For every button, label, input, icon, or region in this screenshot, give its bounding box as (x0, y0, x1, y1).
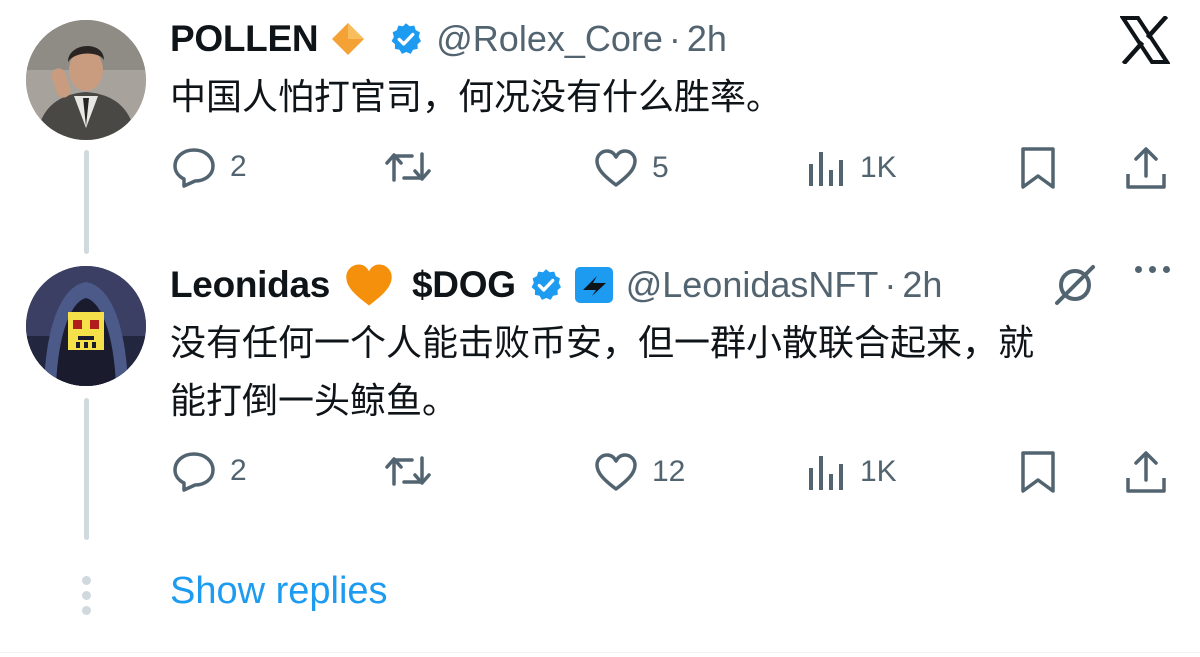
more-options-icon[interactable] (1135, 266, 1170, 273)
tweet-actions: 2 12 1K (170, 446, 1172, 496)
avatar-pollen[interactable] (26, 20, 146, 140)
display-name[interactable]: Leonidas (170, 264, 330, 306)
share-icon (1126, 451, 1166, 493)
tweet-actions: 2 5 1K (170, 142, 1172, 192)
like-count: 12 (652, 455, 686, 488)
ticker-label: $DOG (412, 264, 516, 305)
verified-badge-icon (528, 267, 564, 303)
verified-badge-icon (388, 21, 424, 57)
bookmark-button[interactable] (1018, 450, 1058, 494)
thread-connector-line (84, 150, 89, 254)
user-handle[interactable]: @Rolex_Core (436, 18, 663, 60)
divider (0, 652, 1200, 653)
share-button[interactable] (1124, 450, 1168, 494)
reply-button[interactable]: 2 (172, 450, 247, 492)
user-handle[interactable]: @LeonidasNFT (626, 264, 879, 306)
separator-dot: · (668, 18, 681, 59)
show-replies-link[interactable]: Show replies (170, 570, 388, 613)
share-icon (1126, 147, 1166, 189)
orange-heart-icon (344, 262, 394, 308)
bookmark-icon (1021, 451, 1055, 493)
views-button[interactable]: 1K (806, 148, 897, 188)
x-logo-icon[interactable] (1119, 14, 1171, 69)
reply-count: 2 (230, 454, 247, 487)
bookmark-button[interactable] (1018, 146, 1058, 190)
display-name[interactable]: POLLEN (170, 18, 319, 60)
views-chart-icon (809, 456, 843, 490)
tweet-header: Leonidas $DOG @LeonidasNFT · 2h (170, 260, 942, 310)
thread-continuation-dots (82, 576, 91, 615)
separator-dot: · (884, 264, 897, 305)
thread-connector-line (84, 398, 89, 540)
repost-icon (385, 152, 431, 182)
view-count: 1K (860, 151, 897, 184)
reply-icon (173, 452, 215, 492)
heart-icon (595, 149, 637, 187)
repost-icon (385, 456, 431, 486)
tweet-text: 中国人怕打官司，何况没有什么胜率。 (170, 76, 783, 117)
affiliate-bolt-icon[interactable] (574, 266, 614, 304)
orange-diamond-icon (330, 21, 366, 57)
timestamp[interactable]: 2h (902, 264, 942, 306)
like-count: 5 (652, 151, 669, 184)
views-button[interactable]: 1K (806, 452, 897, 492)
timestamp[interactable]: 2h (687, 18, 727, 60)
grok-icon[interactable] (1052, 262, 1098, 313)
like-button[interactable]: 12 (594, 452, 685, 492)
tweet-header: POLLEN @Rolex_Core · 2h (170, 14, 727, 64)
repost-button[interactable] (384, 148, 432, 186)
avatar-leonidas[interactable] (26, 266, 146, 386)
heart-icon (595, 453, 637, 491)
like-button[interactable]: 5 (594, 148, 669, 188)
bookmark-icon (1021, 147, 1055, 189)
tweet-text: 没有任何一个人能击败币安，但一群小散联合起来，就 能打倒一头鲸鱼。 (170, 322, 1035, 421)
reply-icon (173, 148, 215, 188)
reply-count: 2 (230, 150, 247, 183)
view-count: 1K (860, 455, 897, 488)
share-button[interactable] (1124, 146, 1168, 190)
views-chart-icon (809, 152, 843, 186)
reply-button[interactable]: 2 (172, 146, 247, 188)
repost-button[interactable] (384, 452, 432, 490)
